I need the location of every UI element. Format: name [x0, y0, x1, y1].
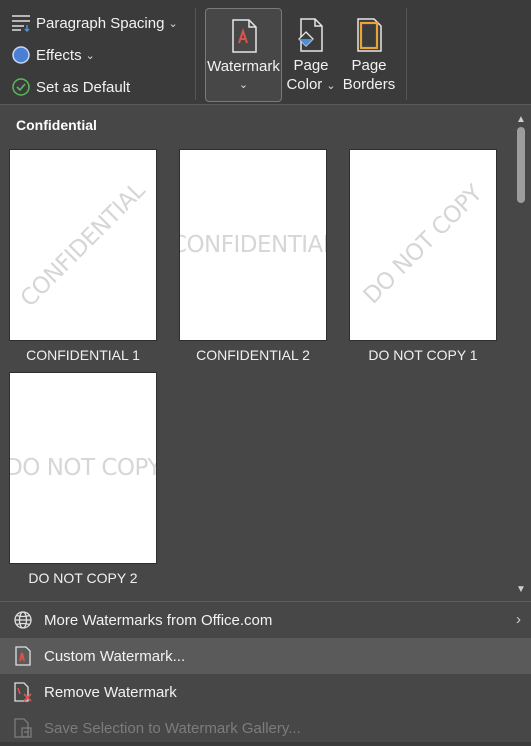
- watermark-tile-label: DO NOT COPY 2: [28, 570, 138, 586]
- chevron-down-icon: ⌄: [326, 80, 336, 92]
- watermark-menu: More Watermarks from Office.com › Custom…: [0, 601, 531, 746]
- watermark-tile-do-not-copy-2[interactable]: DO NOT COPY DO NOT COPY 2: [8, 372, 158, 586]
- chevron-down-icon: ⌄: [168, 17, 178, 30]
- watermark-preview-text: CONFIDENTIAL: [15, 177, 151, 313]
- watermark-tile-label: CONFIDENTIAL 1: [26, 347, 140, 363]
- ribbon-design-tab: Paragraph Spacing ⌄ Effects ⌄ Set as Def…: [0, 0, 531, 104]
- scroll-up-arrow-icon[interactable]: ▲: [511, 109, 531, 129]
- watermark-preview-text: DO NOT COPY: [9, 455, 157, 481]
- watermark-tile-do-not-copy-1[interactable]: DO NOT COPY DO NOT COPY 1: [348, 149, 498, 363]
- save-selection-menu-item: Save Selection to Watermark Gallery...: [0, 710, 531, 746]
- remove-watermark-icon: [12, 681, 34, 703]
- watermark-tile-confidential-2[interactable]: CONFIDENTIAL CONFIDENTIAL 2: [178, 149, 328, 363]
- effects-label: Effects: [36, 46, 82, 64]
- page-color-button[interactable]: Page Color ⌄: [284, 8, 338, 102]
- effects-button[interactable]: Effects ⌄: [10, 44, 95, 66]
- effects-icon: [10, 44, 32, 66]
- page-color-text: Color: [286, 76, 323, 93]
- watermark-preview-text: CONFIDENTIAL: [179, 232, 327, 258]
- checkmark-circle-icon: [10, 76, 32, 98]
- remove-watermark-label: Remove Watermark: [44, 683, 177, 701]
- more-watermarks-label: More Watermarks from Office.com: [44, 611, 273, 629]
- save-selection-label: Save Selection to Watermark Gallery...: [44, 719, 301, 737]
- watermark-gallery: CONFIDENTIAL CONFIDENTIAL 1 CONFIDENTIAL…: [0, 147, 508, 597]
- paragraph-spacing-icon: [10, 12, 32, 34]
- paragraph-spacing-label: Paragraph Spacing: [36, 14, 165, 32]
- page-borders-label-line1: Page: [351, 57, 387, 74]
- page-borders-button[interactable]: Page Borders: [341, 8, 397, 102]
- watermark-tile-label: CONFIDENTIAL 2: [196, 347, 310, 363]
- watermark-preview-text: DO NOT COPY: [358, 180, 488, 310]
- paragraph-spacing-button[interactable]: Paragraph Spacing ⌄: [10, 12, 178, 34]
- chevron-down-icon: ⌄: [238, 79, 249, 91]
- watermark-preview: CONFIDENTIAL: [179, 149, 327, 341]
- custom-watermark-menu-item[interactable]: Custom Watermark...: [0, 638, 531, 674]
- page-color-label-line1: Page: [293, 57, 329, 74]
- watermark-preview: DO NOT COPY: [349, 149, 497, 341]
- globe-icon: [12, 609, 34, 631]
- scroll-thumb[interactable]: [517, 127, 525, 203]
- gallery-scrollbar[interactable]: ▲ ▼: [511, 105, 531, 599]
- page-borders-label-line2: Borders: [342, 76, 396, 93]
- page-color-label-line2: Color ⌄: [286, 75, 335, 96]
- set-as-default-label: Set as Default: [36, 78, 131, 96]
- watermark-preview: CONFIDENTIAL: [9, 149, 157, 341]
- set-as-default-button[interactable]: Set as Default: [10, 76, 130, 98]
- watermark-button[interactable]: Watermark ⌄: [205, 8, 282, 102]
- custom-watermark-label: Custom Watermark...: [44, 647, 186, 665]
- watermark-preview: DO NOT COPY: [9, 372, 157, 564]
- chevron-right-icon: ›: [516, 611, 521, 628]
- gallery-section-title: Confidential: [16, 117, 97, 133]
- remove-watermark-menu-item[interactable]: Remove Watermark: [0, 674, 531, 710]
- page-borders-icon: [356, 8, 382, 52]
- ribbon-separator: [406, 8, 407, 100]
- watermark-tile-confidential-1[interactable]: CONFIDENTIAL CONFIDENTIAL 1: [8, 149, 158, 363]
- scroll-down-arrow-icon[interactable]: ▼: [511, 579, 531, 599]
- watermark-label: Watermark: [207, 58, 280, 75]
- more-watermarks-menu-item[interactable]: More Watermarks from Office.com ›: [0, 602, 531, 638]
- save-to-gallery-icon: [12, 717, 34, 739]
- ribbon-separator: [195, 8, 196, 100]
- watermark-icon: [231, 9, 257, 53]
- chevron-down-icon: ⌄: [85, 49, 95, 62]
- document-watermark-icon: [12, 645, 34, 667]
- watermark-dropdown: Confidential CONFIDENTIAL CONFIDENTIAL 1…: [0, 104, 531, 742]
- page-color-icon: [297, 8, 325, 52]
- watermark-tile-label: DO NOT COPY 1: [368, 347, 478, 363]
